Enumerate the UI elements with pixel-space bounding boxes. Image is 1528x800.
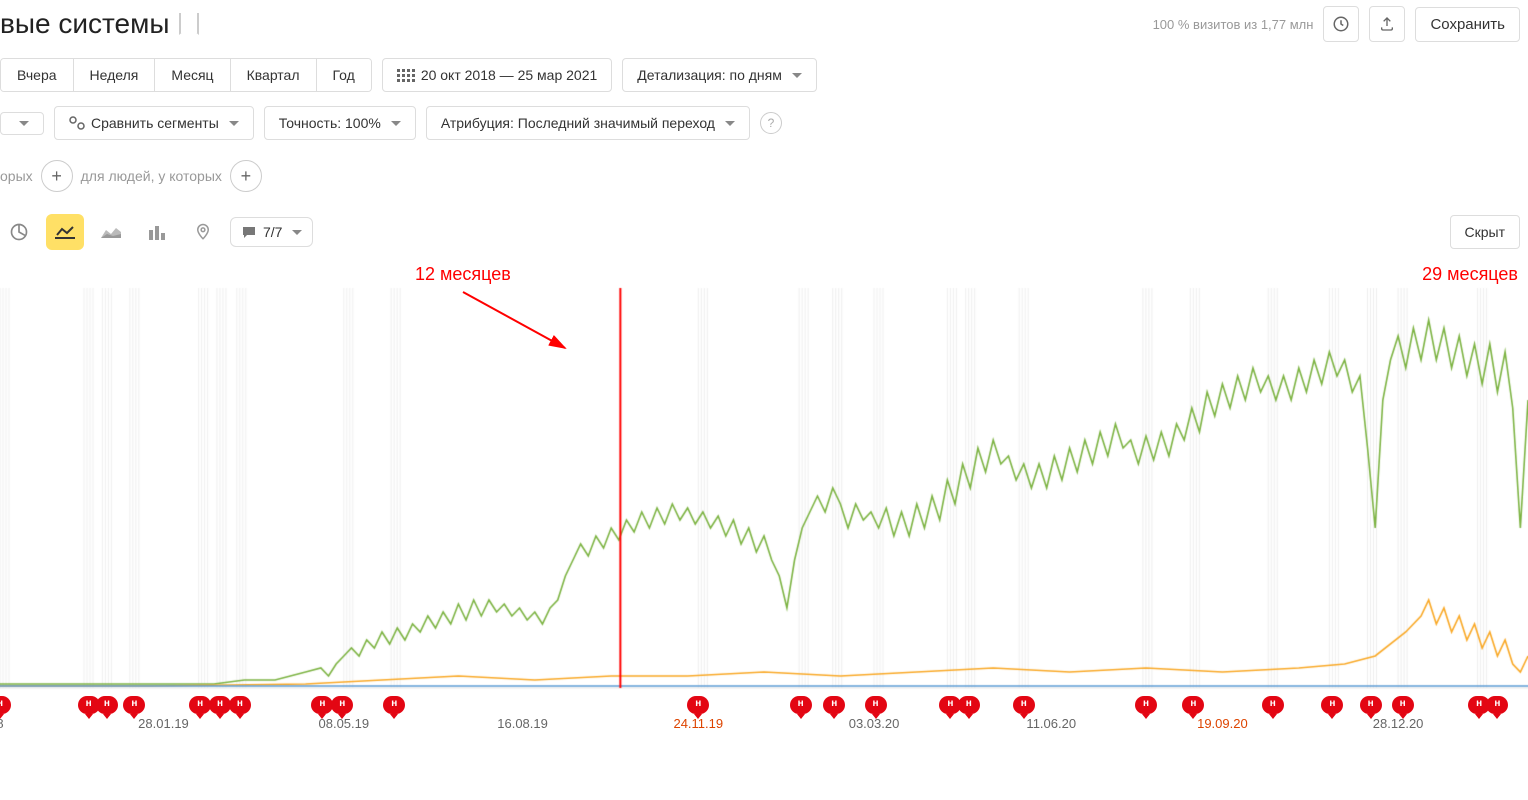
- x-tick-label: 16.08.19: [497, 716, 548, 731]
- event-marker[interactable]: н: [383, 696, 405, 714]
- event-marker[interactable]: н: [865, 696, 887, 714]
- extra-dropdown[interactable]: [0, 112, 44, 135]
- view-area-button[interactable]: [92, 214, 130, 250]
- bookmark-icon[interactable]: [179, 13, 199, 35]
- view-bar-button[interactable]: [138, 214, 176, 250]
- view-map-button[interactable]: [184, 214, 222, 250]
- series-counter-label: 7/7: [263, 224, 282, 240]
- period-quarter[interactable]: Квартал: [231, 59, 317, 91]
- event-marker[interactable]: н: [687, 696, 709, 714]
- event-marker[interactable]: н: [311, 696, 333, 714]
- chevron-down-icon: [229, 121, 239, 126]
- chevron-down-icon: [292, 230, 302, 235]
- detail-label: Детализация: по дням: [637, 67, 782, 83]
- view-line-button[interactable]: [46, 214, 84, 250]
- chevron-down-icon: [391, 121, 401, 126]
- date-range-label: 20 окт 2018 — 25 мар 2021: [421, 67, 597, 83]
- x-tick-label: 19.09.20: [1197, 716, 1248, 731]
- visits-summary: 100 % визитов из 1,77 млн: [1153, 17, 1314, 32]
- x-axis-labels: 828.01.1908.05.1916.08.1924.11.1903.03.2…: [0, 716, 1528, 740]
- attribution-button[interactable]: Атрибуция: Последний значимый переход: [426, 106, 750, 140]
- filter-people-text: для людей, у которых: [81, 168, 222, 184]
- page-title: вые системы: [0, 8, 169, 40]
- event-marker[interactable]: н: [331, 696, 353, 714]
- period-week[interactable]: Неделя: [74, 59, 156, 91]
- event-marker[interactable]: н: [1321, 696, 1343, 714]
- event-marker[interactable]: н: [1013, 696, 1035, 714]
- comment-icon: [241, 225, 257, 239]
- series-counter-button[interactable]: 7/7: [230, 217, 313, 247]
- view-pie-button[interactable]: [0, 214, 38, 250]
- date-range-button[interactable]: 20 окт 2018 — 25 мар 2021: [382, 58, 612, 92]
- filter-visits-fragment: орых: [0, 168, 33, 184]
- history-button[interactable]: [1323, 6, 1359, 42]
- calendar-icon: [397, 69, 415, 82]
- event-marker[interactable]: н: [1392, 696, 1414, 714]
- chevron-down-icon: [19, 121, 29, 126]
- event-marker[interactable]: н: [96, 696, 118, 714]
- attribution-label: Атрибуция: Последний значимый переход: [441, 115, 715, 131]
- add-visit-filter-button[interactable]: +: [41, 160, 73, 192]
- compare-label: Сравнить сегменты: [91, 115, 219, 131]
- event-marker[interactable]: н: [958, 696, 980, 714]
- event-marker[interactable]: н: [1262, 696, 1284, 714]
- export-button[interactable]: [1369, 6, 1405, 42]
- chart-area: 12 месяцев 29 месяцев 828.01.1908.05.191…: [0, 270, 1528, 740]
- chevron-down-icon: [725, 121, 735, 126]
- compare-segments-button[interactable]: Сравнить сегменты: [54, 106, 254, 140]
- accuracy-label: Точность: 100%: [279, 115, 381, 131]
- help-icon[interactable]: ?: [760, 112, 782, 134]
- add-people-filter-button[interactable]: +: [230, 160, 262, 192]
- period-month[interactable]: Месяц: [155, 59, 230, 91]
- event-marker[interactable]: н: [1486, 696, 1508, 714]
- period-year[interactable]: Год: [317, 59, 371, 91]
- event-marker[interactable]: н: [1135, 696, 1157, 714]
- chevron-down-icon: [792, 73, 802, 78]
- hide-button[interactable]: Скрыт: [1450, 215, 1521, 249]
- compare-icon: [69, 116, 85, 130]
- chart-canvas[interactable]: [0, 270, 1528, 716]
- event-marker[interactable]: н: [209, 696, 231, 714]
- detail-button[interactable]: Детализация: по дням: [622, 58, 817, 92]
- event-marker[interactable]: н: [229, 696, 251, 714]
- event-marker[interactable]: н: [1360, 696, 1382, 714]
- event-marker[interactable]: н: [123, 696, 145, 714]
- accuracy-button[interactable]: Точность: 100%: [264, 106, 416, 140]
- x-tick-label: 28.01.19: [138, 716, 189, 731]
- period-selector: Вчера Неделя Месяц Квартал Год: [0, 58, 372, 92]
- save-button[interactable]: Сохранить: [1415, 7, 1520, 42]
- period-yesterday[interactable]: Вчера: [1, 59, 74, 91]
- event-marker[interactable]: н: [189, 696, 211, 714]
- event-marker[interactable]: н: [1182, 696, 1204, 714]
- x-tick-label: 11.06.20: [1026, 716, 1076, 731]
- event-marker[interactable]: н: [790, 696, 812, 714]
- event-marker[interactable]: н: [823, 696, 845, 714]
